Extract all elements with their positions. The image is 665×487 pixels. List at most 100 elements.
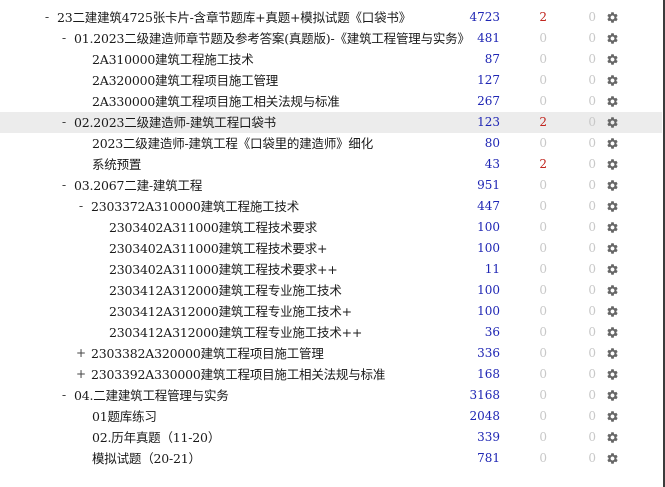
gear-icon[interactable]	[605, 133, 621, 154]
due-count: 0	[588, 52, 596, 66]
deck-row[interactable]: 2A310000建筑工程施工技术 87 0 0	[0, 49, 662, 70]
deck-row[interactable]: 2303412A312000建筑工程专业施工技术++ 36 0 0	[0, 322, 662, 343]
deck-row[interactable]: 2303402A311000建筑工程技术要求+ 100 0 0	[0, 238, 662, 259]
learn-count: 0	[539, 73, 547, 87]
deck-row[interactable]: 2303402A311000建筑工程技术要求 100 0 0	[0, 217, 662, 238]
deck-name[interactable]: 2023二级建造师-建筑工程《口袋里的建造师》细化	[92, 133, 373, 154]
learn-count: 0	[539, 367, 547, 381]
gear-icon[interactable]	[605, 7, 621, 28]
deck-name[interactable]: 04.二建建筑工程管理与实务	[74, 385, 229, 406]
gear-icon[interactable]	[605, 343, 621, 364]
deck-name[interactable]: 2303402A311000建筑工程技术要求++	[109, 259, 338, 280]
deck-name[interactable]: 系统预置	[92, 154, 141, 175]
deck-name[interactable]: 2A310000建筑工程施工技术	[92, 49, 254, 70]
gear-icon[interactable]	[605, 28, 621, 49]
learn-count: 0	[539, 94, 547, 108]
deck-name[interactable]: 23二建建筑4725张卡片-含章节题库+真题+模拟试题《口袋书》	[57, 7, 411, 28]
gear-icon[interactable]	[605, 154, 621, 175]
gear-icon[interactable]	[605, 112, 621, 133]
gear-icon[interactable]	[605, 364, 621, 385]
deck-name[interactable]: 2303402A311000建筑工程技术要求	[109, 217, 317, 238]
gear-icon[interactable]	[605, 70, 621, 91]
deck-row[interactable]: 2A330000建筑工程项目施工相关法规与标准 267 0 0	[0, 91, 662, 112]
new-count: 80	[484, 136, 500, 150]
deck-row[interactable]: 01题库练习 2048 0 0	[0, 406, 662, 427]
gear-icon[interactable]	[605, 322, 621, 343]
deck-name[interactable]: 2303412A312000建筑工程专业施工技术++	[109, 322, 362, 343]
collapse-toggle[interactable]: -	[75, 196, 87, 217]
deck-row[interactable]: -2303372A310000建筑工程施工技术 447 0 0	[0, 196, 662, 217]
gear-icon[interactable]	[605, 217, 621, 238]
due-count: 0	[588, 451, 596, 465]
deck-row[interactable]: 模拟试题（20-21） 781 0 0	[0, 448, 662, 469]
new-count: 43	[484, 157, 500, 171]
learn-count: 2	[539, 157, 547, 171]
deck-name[interactable]: 01题库练习	[92, 406, 157, 427]
deck-row[interactable]: -01.2023二级建造师章节题及参考答案(真题版)-《建筑工程管理与实务》 48…	[0, 28, 662, 49]
deck-row[interactable]: 2A320000建筑工程项目施工管理 127 0 0	[0, 70, 662, 91]
deck-row[interactable]: -04.二建建筑工程管理与实务 3168 0 0	[0, 385, 662, 406]
new-count: 3168	[469, 388, 500, 402]
gear-icon[interactable]	[605, 385, 621, 406]
deck-row[interactable]: 2303412A312000建筑工程专业施工技术+ 100 0 0	[0, 301, 662, 322]
gear-icon[interactable]	[605, 91, 621, 112]
new-count: 447	[477, 199, 500, 213]
deck-name[interactable]: 03.2067二建-建筑工程	[74, 175, 202, 196]
learn-count: 0	[539, 304, 547, 318]
due-count: 0	[588, 241, 596, 255]
expand-toggle[interactable]: +	[75, 364, 87, 385]
new-count: 168	[477, 367, 500, 381]
deck-row[interactable]: -03.2067二建-建筑工程 951 0 0	[0, 175, 662, 196]
new-count: 4723	[469, 10, 500, 24]
deck-row[interactable]: 02.历年真题（11-20） 339 0 0	[0, 427, 662, 448]
deck-name[interactable]: 2303372A310000建筑工程施工技术	[91, 196, 299, 217]
gear-icon[interactable]	[605, 196, 621, 217]
learn-count: 0	[539, 52, 547, 66]
learn-count: 0	[539, 241, 547, 255]
deck-name[interactable]: 02.历年真题（11-20）	[92, 427, 220, 448]
gear-icon[interactable]	[605, 49, 621, 70]
due-count: 0	[588, 178, 596, 192]
due-count: 0	[588, 31, 596, 45]
deck-name[interactable]: 2303402A311000建筑工程技术要求+	[109, 238, 327, 259]
gear-icon[interactable]	[605, 406, 621, 427]
new-count: 36	[484, 325, 500, 339]
deck-name[interactable]: 01.2023二级建造师章节题及参考答案(真题版)-《建筑工程管理与实务》	[74, 28, 470, 49]
gear-icon[interactable]	[605, 280, 621, 301]
collapse-toggle[interactable]: -	[41, 7, 53, 28]
deck-name[interactable]: 2303412A312000建筑工程专业施工技术+	[109, 301, 352, 322]
deck-row[interactable]: 系统预置 43 2 0	[0, 154, 662, 175]
gear-icon[interactable]	[605, 427, 621, 448]
collapse-toggle[interactable]: -	[58, 175, 70, 196]
deck-row[interactable]: -23二建建筑4725张卡片-含章节题库+真题+模拟试题《口袋书》 4723 2 0	[0, 7, 662, 28]
deck-row[interactable]: 2303402A311000建筑工程技术要求++ 11 0 0	[0, 259, 662, 280]
due-count: 0	[588, 199, 596, 213]
collapse-toggle[interactable]: -	[58, 385, 70, 406]
gear-icon[interactable]	[605, 448, 621, 469]
due-count: 0	[588, 220, 596, 234]
gear-icon[interactable]	[605, 175, 621, 196]
deck-name[interactable]: 2303382A320000建筑工程项目施工管理	[91, 343, 324, 364]
new-count: 2048	[469, 409, 500, 423]
deck-name[interactable]: 2A330000建筑工程项目施工相关法规与标准	[92, 91, 340, 112]
learn-count: 0	[539, 346, 547, 360]
gear-icon[interactable]	[605, 259, 621, 280]
deck-name[interactable]: 02.2023二级建造师-建筑工程口袋书	[74, 112, 276, 133]
deck-row[interactable]: -02.2023二级建造师-建筑工程口袋书 123 2 0	[0, 112, 662, 133]
deck-name[interactable]: 2303412A312000建筑工程专业施工技术	[109, 280, 342, 301]
new-count: 100	[477, 241, 500, 255]
collapse-toggle[interactable]: -	[58, 28, 70, 49]
gear-icon[interactable]	[605, 301, 621, 322]
collapse-toggle[interactable]: -	[58, 112, 70, 133]
deck-row[interactable]: +2303382A320000建筑工程项目施工管理 336 0 0	[0, 343, 662, 364]
deck-name[interactable]: 2303392A330000建筑工程项目施工相关法规与标准	[91, 364, 385, 385]
learn-count: 0	[539, 178, 547, 192]
deck-name[interactable]: 2A320000建筑工程项目施工管理	[92, 70, 278, 91]
gear-icon[interactable]	[605, 238, 621, 259]
deck-row[interactable]: 2023二级建造师-建筑工程《口袋里的建造师》细化 80 0 0	[0, 133, 662, 154]
deck-row[interactable]: +2303392A330000建筑工程项目施工相关法规与标准 168 0 0	[0, 364, 662, 385]
new-count: 336	[477, 346, 500, 360]
deck-row[interactable]: 2303412A312000建筑工程专业施工技术 100 0 0	[0, 280, 662, 301]
deck-name[interactable]: 模拟试题（20-21）	[92, 448, 201, 469]
expand-toggle[interactable]: +	[75, 343, 87, 364]
